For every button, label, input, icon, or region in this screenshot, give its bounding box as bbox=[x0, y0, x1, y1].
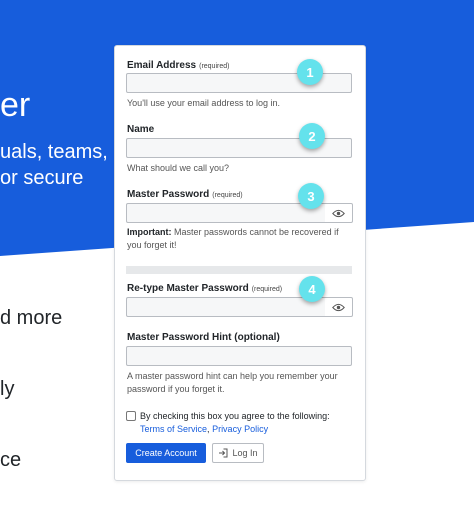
eye-icon bbox=[332, 303, 345, 311]
terms-link[interactable]: Terms of Service bbox=[140, 424, 207, 434]
login-button[interactable]: Log In bbox=[212, 443, 264, 463]
callout-badge-3: 3 bbox=[298, 183, 324, 209]
callout-badge-1: 1 bbox=[297, 59, 323, 85]
hero-subtitle-line-1: uals, teams, bbox=[0, 141, 108, 163]
privacy-link[interactable]: Privacy Policy bbox=[212, 424, 268, 434]
master-password-input[interactable] bbox=[126, 203, 326, 223]
hero-subtitle-line-2: or secure bbox=[0, 167, 84, 189]
password-hint-input[interactable] bbox=[126, 346, 352, 366]
master-password-hint: Important: Master passwords cannot be re… bbox=[127, 227, 339, 250]
email-hint: You'll use your email address to log in. bbox=[127, 98, 280, 108]
agreement-links: Terms of Service, Privacy Policy bbox=[140, 424, 269, 434]
email-label: Email Address (required) bbox=[127, 60, 230, 71]
eye-icon bbox=[332, 209, 345, 217]
toggle-retype-visibility-button[interactable] bbox=[325, 297, 353, 317]
create-account-button[interactable]: Create Account bbox=[126, 443, 206, 463]
feature-text-3: ce bbox=[0, 449, 22, 471]
retype-password-input[interactable] bbox=[126, 297, 326, 317]
agreement-text: By checking this box you agree to the fo… bbox=[140, 411, 330, 421]
feature-text-2: ly bbox=[0, 378, 15, 400]
hero-title: er bbox=[0, 86, 31, 124]
callout-badge-4: 4 bbox=[299, 276, 325, 302]
toggle-password-visibility-button[interactable] bbox=[325, 203, 353, 223]
master-password-label: Master Password (required) bbox=[127, 189, 243, 200]
agreement-checkbox[interactable] bbox=[126, 411, 136, 421]
name-label: Name bbox=[127, 124, 155, 135]
feature-text-1: d more bbox=[0, 307, 63, 329]
register-form-card: Email Address (required) You'll use your … bbox=[114, 45, 366, 481]
password-hint-label: Master Password Hint (optional) bbox=[127, 332, 280, 343]
callout-badge-2: 2 bbox=[299, 123, 325, 149]
name-hint: What should we call you? bbox=[127, 163, 230, 173]
sign-in-icon bbox=[219, 448, 228, 458]
retype-password-label: Re-type Master Password (required) bbox=[127, 283, 283, 294]
section-divider bbox=[126, 266, 352, 274]
password-hint-help: A master password hint can help you reme… bbox=[127, 371, 338, 394]
login-button-label: Log In bbox=[232, 448, 258, 458]
